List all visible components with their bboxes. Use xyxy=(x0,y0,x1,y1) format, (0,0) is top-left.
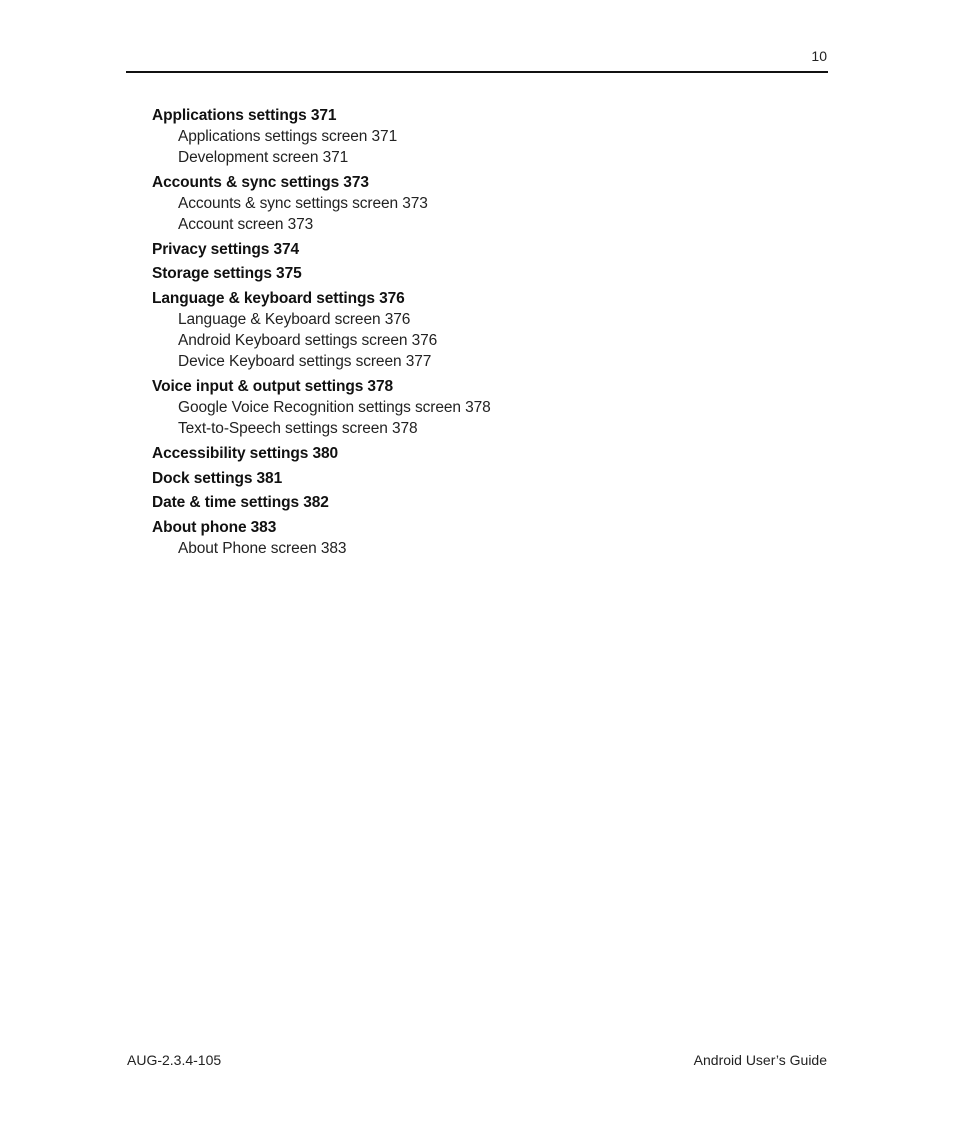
toc-sublist: Language & Keyboard screen 376 Android K… xyxy=(152,309,491,372)
toc-heading[interactable]: Applications settings 371 xyxy=(152,106,491,126)
toc-subitem[interactable]: Account screen 373 xyxy=(178,214,491,235)
page-number: 10 xyxy=(811,48,827,64)
toc-heading[interactable]: Dock settings 381 xyxy=(152,469,491,489)
toc-sublist: About Phone screen 383 xyxy=(152,538,491,559)
toc-subitem[interactable]: Android Keyboard settings screen 376 xyxy=(178,330,491,351)
toc-entry: Privacy settings 374 xyxy=(152,240,491,260)
toc-heading[interactable]: Voice input & output settings 378 xyxy=(152,377,491,397)
toc-entry: Accessibility settings 380 xyxy=(152,444,491,464)
toc-subitem[interactable]: Text-to-Speech settings screen 378 xyxy=(178,418,491,439)
table-of-contents: Applications settings 371 Applications s… xyxy=(152,106,491,559)
toc-heading[interactable]: Accounts & sync settings 373 xyxy=(152,173,491,193)
toc-sublist: Accounts & sync settings screen 373 Acco… xyxy=(152,193,491,235)
toc-subitem[interactable]: Accounts & sync settings screen 373 xyxy=(178,193,491,214)
toc-heading[interactable]: Language & keyboard settings 376 xyxy=(152,289,491,309)
toc-entry: Applications settings 371 Applications s… xyxy=(152,106,491,168)
toc-subitem[interactable]: Device Keyboard settings screen 377 xyxy=(178,351,491,372)
toc-entry: Dock settings 381 xyxy=(152,469,491,489)
toc-subitem[interactable]: Development screen 371 xyxy=(178,147,491,168)
toc-heading[interactable]: Privacy settings 374 xyxy=(152,240,491,260)
toc-entry: Date & time settings 382 xyxy=(152,493,491,513)
header-rule xyxy=(126,71,828,73)
toc-heading[interactable]: Accessibility settings 380 xyxy=(152,444,491,464)
toc-entry: About phone 383 About Phone screen 383 xyxy=(152,518,491,559)
toc-sublist: Applications settings screen 371 Develop… xyxy=(152,126,491,168)
toc-subitem[interactable]: Applications settings screen 371 xyxy=(178,126,491,147)
toc-entry: Voice input & output settings 378 Google… xyxy=(152,377,491,439)
footer-doc-id: AUG-2.3.4-105 xyxy=(127,1052,222,1068)
toc-heading[interactable]: Storage settings 375 xyxy=(152,264,491,284)
toc-subitem[interactable]: Language & Keyboard screen 376 xyxy=(178,309,491,330)
toc-heading[interactable]: About phone 383 xyxy=(152,518,491,538)
toc-subitem[interactable]: About Phone screen 383 xyxy=(178,538,491,559)
toc-entry: Language & keyboard settings 376 Languag… xyxy=(152,289,491,372)
toc-entry: Accounts & sync settings 373 Accounts & … xyxy=(152,173,491,235)
toc-sublist: Google Voice Recognition settings screen… xyxy=(152,397,491,439)
toc-entry: Storage settings 375 xyxy=(152,264,491,284)
footer-doc-title: Android User’s Guide xyxy=(693,1052,827,1068)
toc-heading[interactable]: Date & time settings 382 xyxy=(152,493,491,513)
toc-subitem[interactable]: Google Voice Recognition settings screen… xyxy=(178,397,491,418)
